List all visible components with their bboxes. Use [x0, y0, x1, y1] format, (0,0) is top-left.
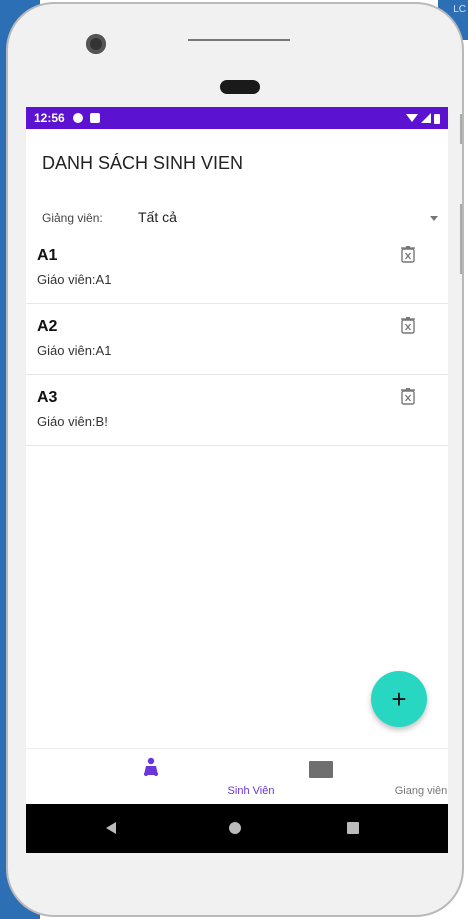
delete-icon[interactable] [400, 245, 416, 263]
dropdown-caret-icon[interactable] [430, 216, 438, 221]
board-icon [309, 761, 333, 778]
teacher-filter[interactable]: Giảng viên: Tất cả [26, 197, 448, 237]
delete-icon[interactable] [400, 387, 416, 405]
status-icons [406, 113, 440, 124]
add-student-button[interactable]: + [371, 671, 427, 727]
student-name: A2 [37, 318, 58, 335]
system-navigation-bar [26, 804, 448, 853]
status-bar: 12:56 [26, 107, 448, 129]
wifi-icon [406, 114, 418, 122]
sd-card-icon [89, 113, 100, 123]
window-edge-text: LC [453, 4, 466, 15]
student-name: A3 [37, 389, 58, 406]
tab-giang-vien[interactable]: Giang viên [221, 749, 447, 805]
list-item[interactable]: A2 Giáo viên:A1 [26, 304, 448, 375]
student-teacher: Giáo viên:B! [37, 414, 108, 429]
student-teacher: Giáo viên:A1 [37, 343, 112, 358]
power-button [460, 204, 462, 274]
front-camera [86, 34, 106, 54]
filter-label: Giảng viên: [42, 211, 103, 225]
notification-icon [72, 113, 83, 123]
tab-label: Giang viên [394, 785, 448, 797]
app-screen: 12:56 DANH SÁCH SINH VIEN Giảng viên: Tấ… [26, 107, 448, 853]
list-item[interactable]: A1 Giáo viên:A1 [26, 233, 448, 304]
page-title: DANH SÁCH SINH VIEN [42, 153, 244, 173]
person-group-icon [144, 757, 158, 776]
signal-icon [421, 113, 431, 123]
recent-apps-icon[interactable] [347, 822, 359, 834]
earpiece-line [188, 39, 290, 41]
battery-icon [434, 113, 440, 124]
plus-icon: + [391, 684, 407, 714]
speaker [220, 80, 260, 94]
phone-frame: 12:56 DANH SÁCH SINH VIEN Giảng viên: Tấ… [6, 2, 464, 917]
student-teacher: Giáo viên:A1 [37, 272, 112, 287]
volume-button [460, 114, 462, 144]
delete-icon[interactable] [400, 316, 416, 334]
list-item[interactable]: A3 Giáo viên:B! [26, 375, 448, 446]
student-list: A1 Giáo viên:A1 A2 Giáo viên:A1 A3 Giáo … [26, 233, 448, 446]
filter-value[interactable]: Tất cả [138, 209, 177, 225]
student-name: A1 [37, 247, 58, 264]
home-icon[interactable] [229, 822, 241, 834]
status-time: 12:56 [34, 111, 65, 125]
bottom-navigation: Sinh Viên Giang viên [26, 748, 448, 805]
back-icon[interactable] [106, 822, 116, 834]
